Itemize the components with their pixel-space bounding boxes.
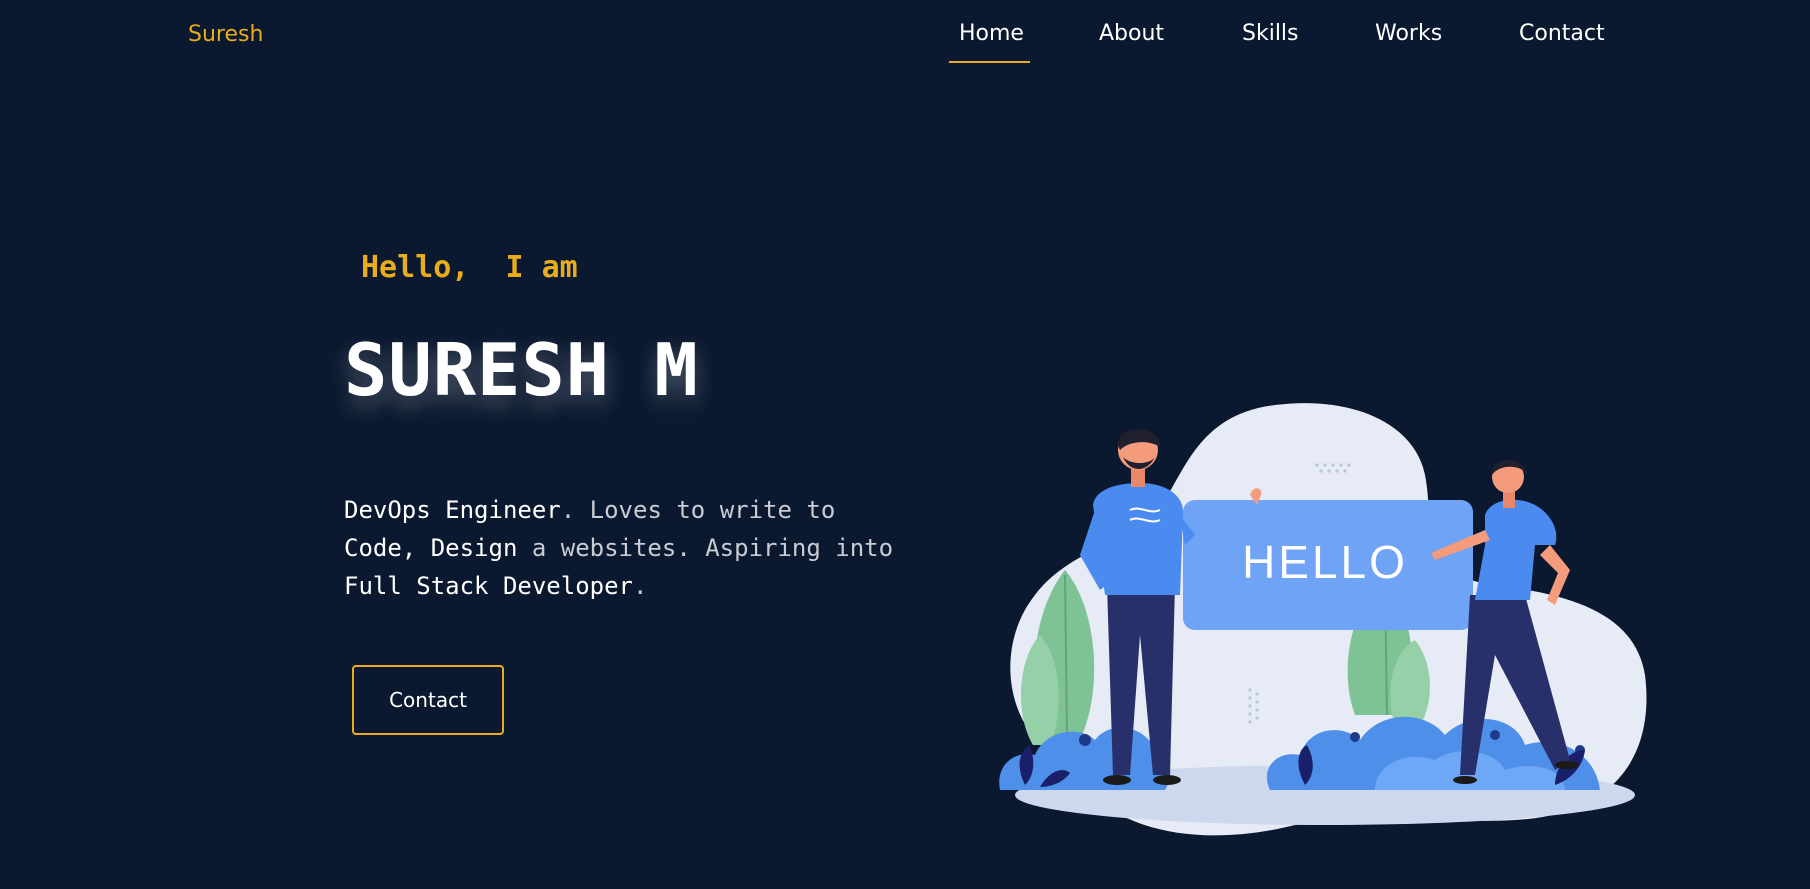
hello-illustration: HELLO (999, 403, 1647, 836)
desc-text: . Loves to write to (560, 496, 836, 524)
nav-link-contact[interactable]: Contact (1519, 21, 1605, 46)
hello-sign-text: HELLO (1242, 536, 1408, 588)
hero-greeting: Hello, I am (361, 250, 578, 285)
main-nav: Home About Skills Works Contact (0, 0, 1810, 70)
nav-link-about[interactable]: About (1099, 21, 1164, 46)
desc-highlight: DevOps Engineer (344, 496, 561, 524)
desc-text: . (632, 572, 648, 600)
nav-link-works[interactable]: Works (1375, 21, 1442, 46)
contact-button[interactable]: Contact (352, 665, 504, 735)
nav-link-home[interactable]: Home (959, 21, 1024, 46)
active-nav-indicator (949, 61, 1030, 63)
hero-description: DevOps Engineer. Loves to write to Code,… (344, 491, 944, 605)
desc-highlight: Code, Design (344, 534, 518, 562)
desc-text: a websites. Aspiring into (517, 534, 894, 562)
hero-name: SURESH M (344, 328, 699, 412)
page: Suresh Home About Skills Works Contact H… (0, 0, 1810, 889)
desc-highlight: Full Stack Developer (344, 572, 633, 600)
nav-link-skills[interactable]: Skills (1242, 21, 1299, 46)
